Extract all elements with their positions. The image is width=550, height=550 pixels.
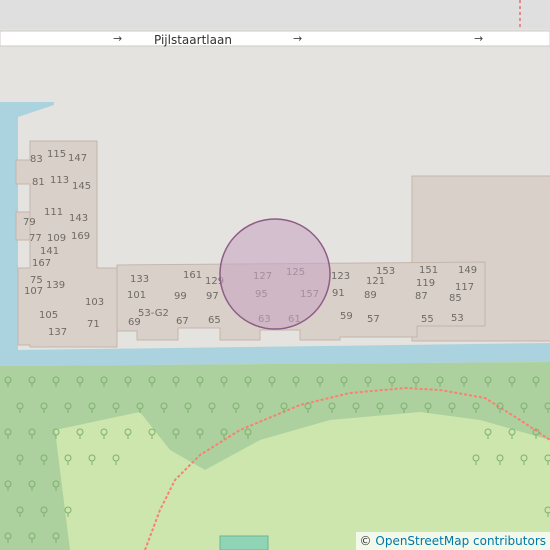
house-number: 107 [24, 286, 43, 297]
house-number: 57 [367, 314, 380, 325]
house-number: 103 [85, 297, 104, 308]
house-number: 169 [71, 231, 90, 242]
house-number: 69 [128, 317, 141, 328]
house-number: 147 [68, 153, 87, 164]
house-number: 115 [47, 149, 66, 160]
house-number: 121 [366, 276, 385, 287]
oneway-arrow-icon: → [474, 32, 483, 45]
house-number: 83 [30, 154, 43, 165]
house-number: 89 [364, 290, 377, 301]
house-number: 101 [127, 290, 146, 301]
house-number: 161 [183, 270, 202, 281]
house-number: 111 [44, 207, 63, 218]
house-number: 53 [451, 313, 464, 324]
house-number: 91 [332, 288, 345, 299]
house-number: 67 [176, 316, 189, 327]
land-area-north [0, 0, 550, 29]
house-number: 143 [69, 213, 88, 224]
house-number: 87 [415, 291, 428, 302]
house-number: 75 [30, 275, 43, 286]
house-number: 59 [340, 311, 353, 322]
playground-area [219, 535, 269, 550]
park-area [55, 412, 550, 550]
house-number: 119 [416, 278, 435, 289]
house-number: 137 [48, 327, 67, 338]
house-number: 123 [331, 271, 350, 282]
osm-contributors-link[interactable]: OpenStreetMap contributors [375, 534, 546, 548]
house-number: 109 [47, 233, 66, 244]
map-attribution: © OpenStreetMap contributors [355, 532, 550, 550]
house-number: 77 [29, 233, 42, 244]
street-pijlstaartlaan[interactable] [0, 30, 550, 47]
house-number: 97 [206, 291, 219, 302]
oneway-arrow-icon: → [113, 32, 122, 45]
house-number: 55 [421, 314, 434, 325]
house-number: 145 [72, 181, 91, 192]
house-number: 99 [174, 291, 187, 302]
copyright-symbol: © [359, 534, 372, 548]
house-number: 151 [419, 265, 438, 276]
house-number: 105 [39, 310, 58, 321]
house-number: 139 [46, 280, 65, 291]
house-number: 65 [208, 315, 221, 326]
house-number: 71 [87, 319, 100, 330]
map-canvas[interactable]: Pijlstaartlaan → → → 83 115 147 81 113 1… [0, 0, 550, 550]
house-number: 133 [130, 274, 149, 285]
house-number: 53-G2 [138, 308, 169, 319]
house-number: 167 [32, 258, 51, 269]
house-number: 81 [32, 177, 45, 188]
location-marker-circle[interactable] [219, 218, 331, 330]
house-number: 85 [449, 293, 462, 304]
house-number: 117 [455, 282, 474, 293]
street-name-label: Pijlstaartlaan [154, 33, 232, 47]
house-number: 113 [50, 175, 69, 186]
house-number: 79 [23, 217, 36, 228]
house-number: 149 [458, 265, 477, 276]
house-number: 141 [40, 246, 59, 257]
oneway-arrow-icon: → [293, 32, 302, 45]
